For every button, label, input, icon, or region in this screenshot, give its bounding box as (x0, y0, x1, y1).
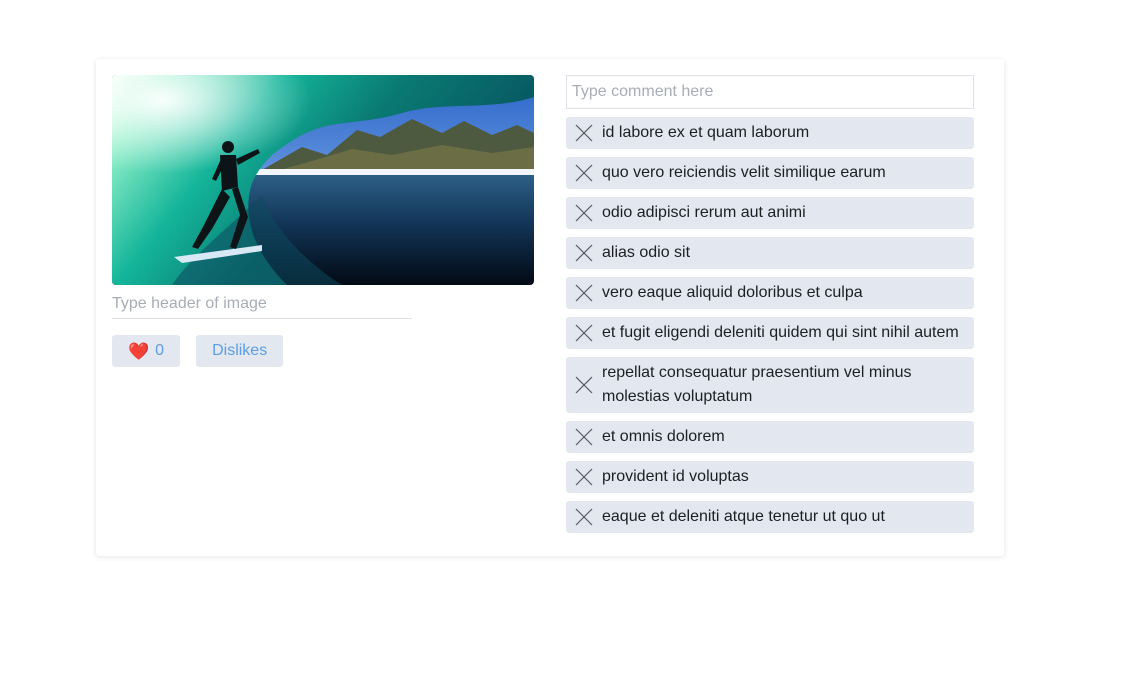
comment-text: id labore ex et quam laborum (602, 124, 810, 141)
likes-count: 0 (155, 342, 165, 359)
comment-text: et omnis dolorem (602, 428, 725, 445)
post-card: ❤️ 0 Dislikes id labore ex et quam labor… (96, 59, 1004, 556)
reactions-bar: ❤️ 0 Dislikes (112, 335, 534, 367)
comments-list: id labore ex et quam laborum quo vero rei… (566, 117, 974, 533)
comment-text: provident id voluptas (602, 468, 749, 485)
delete-comment-icon[interactable] (566, 161, 602, 185)
comment-text: quo vero reiciendis velit similique earu… (602, 164, 886, 181)
comments-panel: id labore ex et quam laborum quo vero rei… (566, 75, 974, 541)
delete-comment-icon[interactable] (566, 425, 602, 449)
comment-item: id labore ex et quam laborum (566, 117, 974, 149)
delete-comment-icon[interactable] (566, 505, 602, 529)
delete-comment-icon[interactable] (566, 465, 602, 489)
delete-comment-icon[interactable] (566, 201, 602, 225)
delete-comment-icon[interactable] (566, 321, 602, 345)
comment-text: repellat consequatur praesentium vel min… (602, 364, 912, 405)
delete-comment-icon[interactable] (566, 241, 602, 265)
comment-item: eaque et deleniti atque tenetur ut quo u… (566, 501, 974, 533)
image-panel: ❤️ 0 Dislikes (112, 75, 534, 367)
comment-text: odio adipisci rerum aut animi (602, 204, 806, 221)
heart-icon: ❤️ (128, 341, 150, 361)
comment-item: quo vero reiciendis velit similique earu… (566, 157, 974, 189)
comment-item: provident id voluptas (566, 461, 974, 493)
comment-text: et fugit eligendi deleniti quidem qui si… (602, 324, 959, 341)
comment-input[interactable] (566, 75, 974, 109)
delete-comment-icon[interactable] (566, 281, 602, 305)
comment-item: repellat consequatur praesentium vel min… (566, 357, 974, 413)
image-header-input[interactable] (112, 290, 412, 319)
delete-comment-icon[interactable] (566, 121, 602, 145)
comment-item: alias odio sit (566, 237, 974, 269)
comment-item: et omnis dolorem (566, 421, 974, 453)
comment-text: vero eaque aliquid doloribus et culpa (602, 284, 863, 301)
comment-item: odio adipisci rerum aut animi (566, 197, 974, 229)
like-button[interactable]: ❤️ 0 (112, 335, 181, 367)
dislikes-button[interactable]: Dislikes (196, 335, 284, 367)
delete-comment-icon[interactable] (566, 373, 602, 397)
comment-item: et fugit eligendi deleniti quidem qui si… (566, 317, 974, 349)
comment-text: alias odio sit (602, 244, 691, 261)
comment-text: eaque et deleniti atque tenetur ut quo u… (602, 508, 885, 525)
comment-item: vero eaque aliquid doloribus et culpa (566, 277, 974, 309)
post-image (112, 75, 534, 285)
